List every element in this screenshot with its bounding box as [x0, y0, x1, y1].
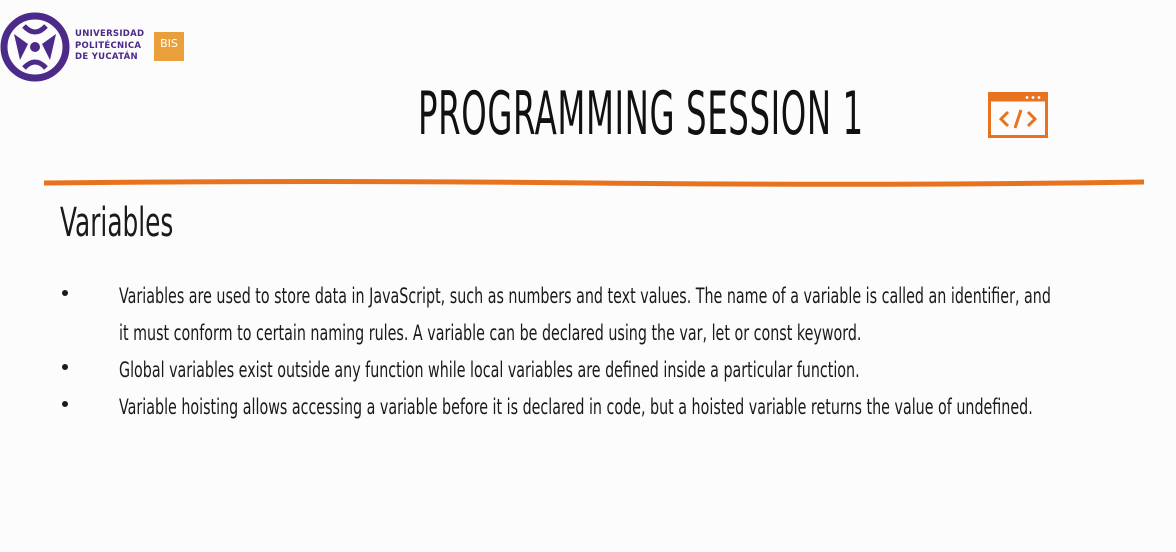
bullet-dot	[62, 364, 68, 370]
list-item: Variable hoisting allows accessing a var…	[58, 389, 1158, 426]
upy-emblem-icon	[0, 12, 70, 82]
bullet-text: Variable hoisting allows accessing a var…	[119, 395, 1033, 419]
code-window-icon	[988, 92, 1048, 138]
bullet-text: it must conform to certain naming rules.…	[119, 321, 862, 345]
bullet-text: Global variables exist outside any funct…	[119, 358, 860, 382]
bullet-dot	[62, 401, 68, 407]
bullet-text: Variables are used to store data in Java…	[119, 284, 1051, 308]
bis-badge: BIS	[154, 32, 184, 61]
university-name-line2: POLITÉCNICA	[75, 40, 142, 51]
header-divider	[44, 179, 1144, 187]
page-title: PROGRAMMING SESSION 1	[418, 79, 864, 149]
bullet-dot	[62, 290, 68, 296]
university-name-line1: UNIVERSIDAD	[75, 29, 145, 39]
university-logo: UNIVERSIDAD POLITÉCNICA DE YUCATÁN BIS	[0, 12, 190, 84]
university-name-line3: DE YUCATÁN	[75, 52, 138, 62]
list-item: Global variables exist outside any funct…	[58, 352, 1158, 389]
section-heading: Variables	[60, 200, 174, 246]
list-item: Variables are used to store data in Java…	[58, 278, 1158, 352]
university-name: UNIVERSIDAD POLITÉCNICA DE YUCATÁN	[75, 29, 144, 64]
slide: UNIVERSIDAD POLITÉCNICA DE YUCATÁN BIS P…	[0, 0, 1176, 552]
bullet-list: Variables are used to store data in Java…	[58, 278, 1158, 426]
